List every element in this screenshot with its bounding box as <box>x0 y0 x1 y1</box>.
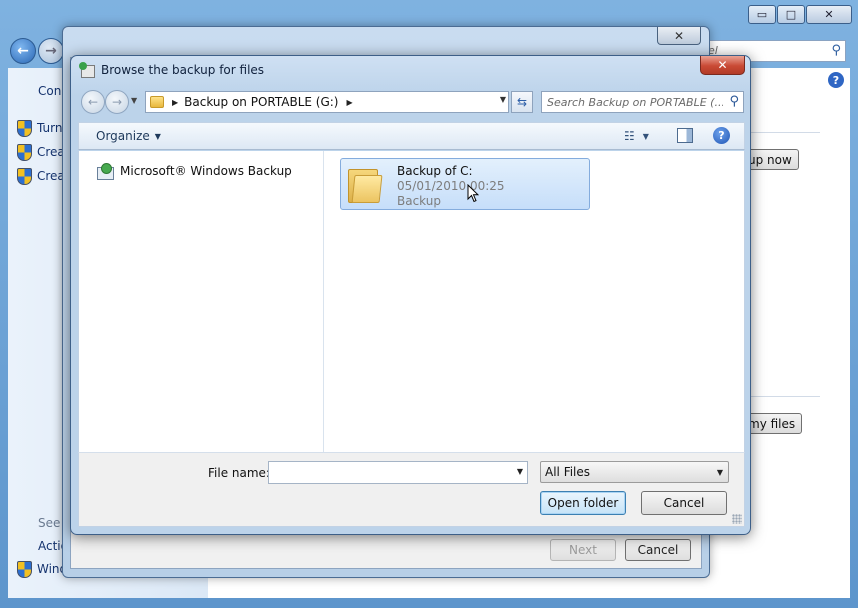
window-caption-buttons: ▭ □ ✕ <box>748 5 852 24</box>
sidebar-link-windows[interactable]: Wind <box>16 561 67 578</box>
file-item-name: Backup of C: <box>397 164 473 178</box>
help-icon[interactable]: ? <box>828 72 844 88</box>
uac-shield-icon <box>16 561 32 578</box>
breadcrumb-separator-icon[interactable]: ▶ <box>172 98 178 107</box>
backup-app-icon <box>79 62 95 78</box>
file-item-type: Backup <box>397 194 441 208</box>
file-list: Backup of C: 05/01/2010 00:25 Backup <box>325 151 745 452</box>
browser-panes: Microsoft® Windows Backup Backup of C: 0… <box>78 151 745 452</box>
address-dropdown-icon[interactable]: ▼ <box>500 95 506 104</box>
back-arrow-icon[interactable]: ← <box>10 38 36 64</box>
dialog-title-bar: Browse the backup for files <box>79 62 264 78</box>
close-button[interactable]: ✕ <box>806 5 852 24</box>
sidebar-link-create-1[interactable]: Crea <box>16 144 65 161</box>
file-name-combobox[interactable]: ▼ <box>268 461 528 484</box>
file-name-input[interactable] <box>272 463 508 482</box>
chevron-down-icon: ▼ <box>716 468 723 477</box>
address-bar[interactable]: ▶ Backup on PORTABLE (G:) ▶ ▼ <box>145 91 509 113</box>
dialog-close-button[interactable]: ✕ <box>700 56 745 75</box>
sidebar-link-create-2[interactable]: Crea <box>16 168 65 185</box>
file-type-select[interactable]: All Files ▼ <box>540 461 729 483</box>
organize-menu[interactable]: Organize ▼ <box>96 129 161 143</box>
wizard-cancel-button[interactable]: Cancel <box>625 539 691 561</box>
forward-arrow-icon[interactable]: → <box>38 38 64 64</box>
open-folder-button[interactable]: Open folder <box>540 491 626 515</box>
search-icon[interactable]: ⚲ <box>831 43 841 58</box>
section-divider <box>740 132 820 133</box>
file-name-label: File name: <box>208 466 270 480</box>
sidebar-link-turn[interactable]: Turn <box>16 120 62 137</box>
preview-pane-icon[interactable] <box>677 128 693 143</box>
dialog-title: Browse the backup for files <box>101 63 265 77</box>
recent-pages-chevron-icon[interactable]: ▼ <box>131 96 143 105</box>
folder-icon <box>348 166 383 204</box>
folder-icon <box>150 96 164 108</box>
resize-grip-icon[interactable] <box>732 514 742 524</box>
back-arrow-icon[interactable]: ← <box>81 90 105 114</box>
search-input[interactable] <box>547 93 723 111</box>
view-details-icon: ☷ <box>624 129 635 143</box>
dialog-footer: File name: ▼ All Files ▼ Open folder Can… <box>78 452 745 527</box>
nav-buttons: ← → <box>10 38 64 64</box>
minimize-button[interactable]: ▭ <box>748 5 776 24</box>
command-bar: Organize ▼ ☷ ▼ ? <box>78 122 745 150</box>
forward-arrow-icon[interactable]: → <box>105 90 129 114</box>
maximize-button[interactable]: □ <box>777 5 805 24</box>
wizard-close-button[interactable]: ✕ <box>657 27 701 45</box>
windows-backup-icon <box>97 163 114 180</box>
mouse-pointer-icon <box>467 184 479 203</box>
refresh-icon[interactable]: ⇆ <box>511 91 533 113</box>
browse-backup-dialog: Browse the backup for files ✕ ← → ▼ ▶ Ba… <box>70 55 751 535</box>
next-button[interactable]: Next <box>550 539 616 561</box>
file-item-backup-of-c[interactable]: Backup of C: 05/01/2010 00:25 Backup <box>340 158 590 210</box>
cancel-button[interactable]: Cancel <box>641 491 727 515</box>
breadcrumb-separator-icon[interactable]: ▶ <box>347 98 353 107</box>
chevron-down-icon: ▼ <box>642 131 649 141</box>
change-view-button[interactable]: ☷ ▼ <box>624 129 649 143</box>
search-icon[interactable]: ⚲ <box>729 94 739 109</box>
nav-item-windows-backup[interactable]: Microsoft® Windows Backup <box>97 163 292 180</box>
section-divider <box>740 396 820 397</box>
breadcrumb[interactable]: Backup on PORTABLE (G:) <box>184 95 338 109</box>
chevron-down-icon: ▼ <box>154 131 161 141</box>
uac-shield-icon <box>16 120 32 137</box>
uac-shield-icon <box>16 144 32 161</box>
file-item-date: 05/01/2010 00:25 <box>397 179 505 193</box>
search-box[interactable]: ⚲ <box>541 91 744 113</box>
help-icon[interactable]: ? <box>713 127 730 144</box>
chevron-down-icon[interactable]: ▼ <box>517 467 523 476</box>
address-row: ← → ▼ ▶ Backup on PORTABLE (G:) ▶ ▼ ⇆ ⚲ <box>79 89 744 115</box>
sidebar-heading[interactable]: Con <box>38 84 61 98</box>
navigation-pane: Microsoft® Windows Backup <box>79 151 324 452</box>
uac-shield-icon <box>16 168 32 185</box>
